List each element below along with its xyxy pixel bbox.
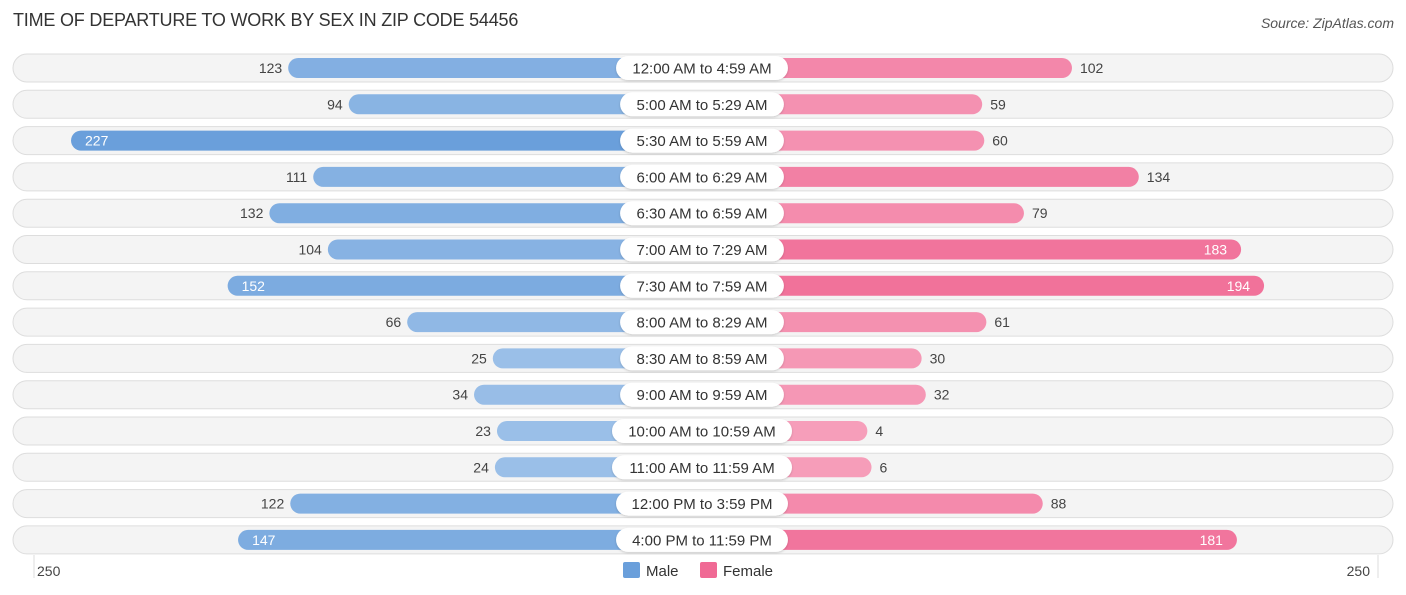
value-label-female: 61 [994, 314, 1010, 330]
legend-swatch-female [700, 562, 717, 578]
table-row: 147 181 4:00 PM to 11:59 PM [12, 525, 1394, 555]
value-label-female: 88 [1051, 496, 1067, 512]
category-label: 6:30 AM to 6:59 AM [637, 206, 768, 223]
category-label: 5:00 AM to 5:29 AM [637, 97, 768, 114]
legend: Male Female [623, 562, 773, 580]
value-label-male: 104 [298, 242, 322, 258]
value-label-female: 181 [1200, 532, 1224, 548]
value-label-female: 60 [992, 133, 1008, 149]
category-label: 7:00 AM to 7:29 AM [637, 242, 768, 259]
value-label-male: 122 [261, 496, 285, 512]
value-label-female: 32 [934, 387, 950, 403]
value-label-female: 134 [1147, 169, 1171, 185]
rows: 123 102 12:00 AM to 4:59 AM 94 59 5:00 AM to … [12, 53, 1394, 555]
table-row: 111 134 6:00 AM to 6:29 AM [12, 162, 1394, 192]
category-label: 4:00 PM to 11:59 PM [632, 532, 772, 549]
legend-item-male[interactable]: Male [623, 562, 679, 580]
table-row: 25 30 8:30 AM to 8:59 AM [12, 343, 1394, 373]
bar-female[interactable] [702, 275, 1265, 296]
category-label: 9:00 AM to 9:59 AM [637, 387, 768, 404]
legend-swatch-male [623, 562, 640, 578]
table-row: 24 6 11:00 AM to 11:59 AM [12, 452, 1394, 482]
value-label-male: 111 [286, 169, 307, 185]
value-label-male: 152 [242, 278, 266, 294]
table-row: 66 61 8:00 AM to 8:29 AM [12, 307, 1394, 337]
table-row: 34 32 9:00 AM to 9:59 AM [12, 380, 1394, 410]
value-label-female: 4 [875, 423, 883, 439]
table-row: 122 88 12:00 PM to 3:59 PM [12, 489, 1394, 519]
category-label: 8:00 AM to 8:29 AM [637, 315, 768, 332]
table-row: 227 60 5:30 AM to 5:59 AM [12, 126, 1394, 156]
category-label: 12:00 AM to 4:59 AM [632, 61, 771, 78]
value-label-female: 59 [990, 96, 1006, 112]
table-row: 132 79 6:30 AM to 6:59 AM [12, 198, 1394, 228]
table-row: 23 4 10:00 AM to 10:59 AM [12, 416, 1394, 446]
table-row: 104 183 7:00 AM to 7:29 AM [12, 235, 1394, 264]
category-label: 7:30 AM to 7:59 AM [637, 278, 768, 295]
value-label-female: 102 [1080, 60, 1104, 76]
value-label-male: 94 [327, 96, 343, 112]
axis-tick-right: 250 [1347, 563, 1371, 579]
category-label: 5:30 AM to 5:59 AM [637, 133, 768, 150]
value-label-male: 123 [259, 60, 283, 76]
value-label-male: 24 [473, 459, 489, 475]
legend-label-male: Male [646, 563, 679, 580]
value-label-male: 227 [85, 133, 109, 149]
chart: 123 102 12:00 AM to 4:59 AM 94 59 5:00 AM to … [12, 53, 1394, 580]
category-label: 10:00 AM to 10:59 AM [628, 424, 776, 441]
category-label: 8:30 AM to 8:59 AM [637, 351, 768, 368]
value-label-female: 6 [880, 459, 888, 475]
table-row: 152 194 7:30 AM to 7:59 AM [12, 271, 1394, 301]
value-label-female: 30 [930, 350, 946, 366]
category-label: 11:00 AM to 11:59 AM [629, 460, 774, 477]
value-label-male: 66 [386, 314, 402, 330]
value-label-female: 194 [1227, 278, 1251, 294]
value-label-male: 132 [240, 205, 264, 221]
value-label-male: 25 [471, 350, 487, 366]
legend-item-female[interactable]: Female [700, 562, 773, 580]
value-label-male: 23 [475, 423, 491, 439]
value-label-male: 34 [452, 387, 468, 403]
value-label-female: 183 [1204, 242, 1228, 258]
table-row: 123 102 12:00 AM to 4:59 AM [12, 53, 1394, 83]
bar-male[interactable] [71, 130, 703, 151]
category-label: 12:00 PM to 3:59 PM [632, 496, 773, 513]
axis-tick-left: 250 [37, 563, 61, 579]
value-label-female: 79 [1032, 205, 1048, 221]
table-row: 94 59 5:00 AM to 5:29 AM [12, 89, 1394, 119]
value-label-male: 147 [252, 532, 276, 548]
category-label: 6:00 AM to 6:29 AM [637, 169, 768, 186]
legend-label-female: Female [723, 563, 773, 580]
